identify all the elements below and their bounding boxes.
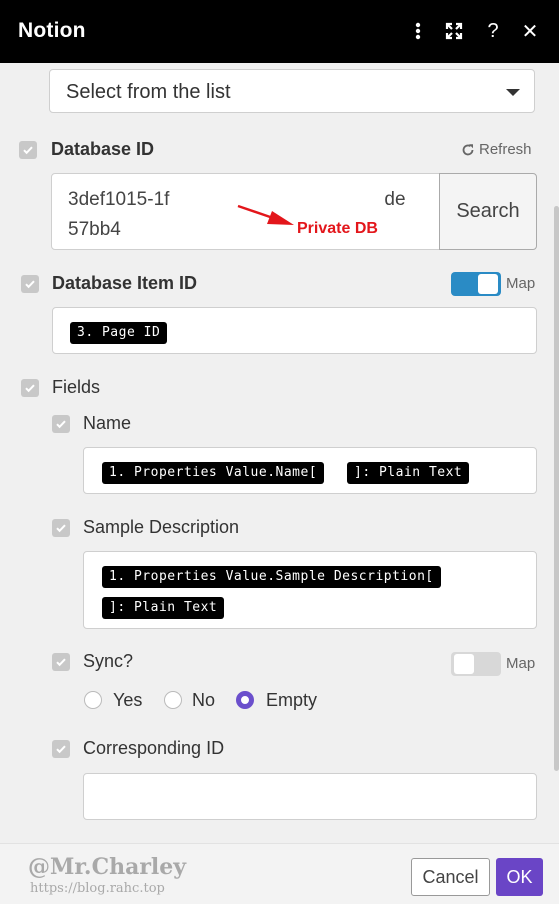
- title-bar: Notion ? ✕: [0, 0, 559, 63]
- sample-description-checkbox[interactable]: [52, 519, 70, 537]
- name-input[interactable]: 1. Properties Value.Name[ ]: Plain Text: [83, 447, 537, 494]
- check-icon: [25, 280, 35, 289]
- check-icon: [56, 745, 66, 754]
- chevron-down-icon: [506, 89, 520, 96]
- map-label: Map: [506, 655, 536, 672]
- fields-checkbox[interactable]: [21, 379, 39, 397]
- database-item-id-label: Database Item ID: [52, 273, 198, 293]
- check-icon: [56, 524, 66, 533]
- expand-icon[interactable]: [442, 18, 466, 44]
- radio-yes[interactable]: [84, 691, 102, 709]
- name-checkbox[interactable]: [52, 415, 70, 433]
- private-db-annotation: Private DB: [297, 220, 378, 237]
- corresponding-id-input[interactable]: [83, 773, 537, 820]
- check-icon: [56, 420, 66, 429]
- select-dropdown[interactable]: Select from the list: [49, 69, 535, 113]
- database-id-value-start: 3def1015-1f: [68, 189, 170, 210]
- database-id-value-line2: 57bb4: [68, 219, 121, 240]
- scrollbar[interactable]: [554, 206, 559, 771]
- check-icon: [56, 658, 66, 667]
- corresponding-id-label: Corresponding ID: [83, 738, 225, 758]
- sync-map-toggle[interactable]: [451, 652, 501, 676]
- cancel-button[interactable]: Cancel: [411, 858, 490, 896]
- sample-description-pill-1[interactable]: 1. Properties Value.Sample Description[: [102, 566, 441, 588]
- ok-button[interactable]: OK: [496, 858, 543, 896]
- sync-label: Sync?: [83, 651, 134, 671]
- watermark: @Mr.Charley: [28, 854, 187, 880]
- fields-label: Fields: [52, 377, 101, 397]
- watermark-url: https://blog.rahc.top: [30, 881, 165, 896]
- refresh-icon: [462, 143, 474, 155]
- page-id-pill[interactable]: 3. Page ID: [70, 322, 168, 344]
- radio-empty-label[interactable]: Empty: [266, 690, 317, 711]
- close-icon[interactable]: ✕: [518, 18, 542, 44]
- help-icon[interactable]: ?: [481, 18, 505, 44]
- map-label: Map: [506, 275, 536, 292]
- sample-description-pill-2[interactable]: ]: Plain Text: [102, 597, 225, 619]
- annotation-arrow-icon: [237, 204, 294, 225]
- radio-yes-label[interactable]: Yes: [113, 690, 142, 711]
- refresh-button[interactable]: Refresh: [461, 141, 532, 158]
- radio-no-label[interactable]: No: [192, 690, 215, 711]
- dialog-body: Select from the list Database ID Refresh…: [0, 63, 559, 843]
- database-item-id-input[interactable]: 3. Page ID: [52, 307, 537, 354]
- database-id-label: Database ID: [51, 139, 155, 159]
- dialog-footer: @Mr.Charley https://blog.rahc.top Cancel…: [0, 843, 559, 904]
- database-id-checkbox[interactable]: [19, 141, 37, 159]
- dialog-title: Notion: [18, 19, 86, 42]
- toggle-knob: [478, 274, 498, 294]
- database-item-id-checkbox[interactable]: [21, 275, 39, 293]
- radio-empty[interactable]: [236, 691, 254, 709]
- refresh-label: Refresh: [479, 141, 532, 158]
- sync-checkbox[interactable]: [52, 653, 70, 671]
- database-item-id-map-toggle[interactable]: [451, 272, 501, 296]
- name-label: Name: [83, 413, 132, 433]
- select-value: Select from the list: [66, 81, 231, 103]
- check-icon: [25, 384, 35, 393]
- database-id-value-end: de: [384, 189, 406, 210]
- corresponding-id-checkbox[interactable]: [52, 740, 70, 758]
- radio-no[interactable]: [164, 691, 182, 709]
- name-pill-2[interactable]: ]: Plain Text: [347, 462, 470, 484]
- more-vertical-icon[interactable]: [406, 18, 430, 44]
- sample-description-input[interactable]: 1. Properties Value.Sample Description[ …: [83, 551, 537, 629]
- check-icon: [23, 146, 33, 155]
- search-button[interactable]: Search: [439, 173, 537, 250]
- sample-description-label: Sample Description: [83, 517, 240, 537]
- name-pill-1[interactable]: 1. Properties Value.Name[: [102, 462, 325, 484]
- toggle-knob: [454, 654, 474, 674]
